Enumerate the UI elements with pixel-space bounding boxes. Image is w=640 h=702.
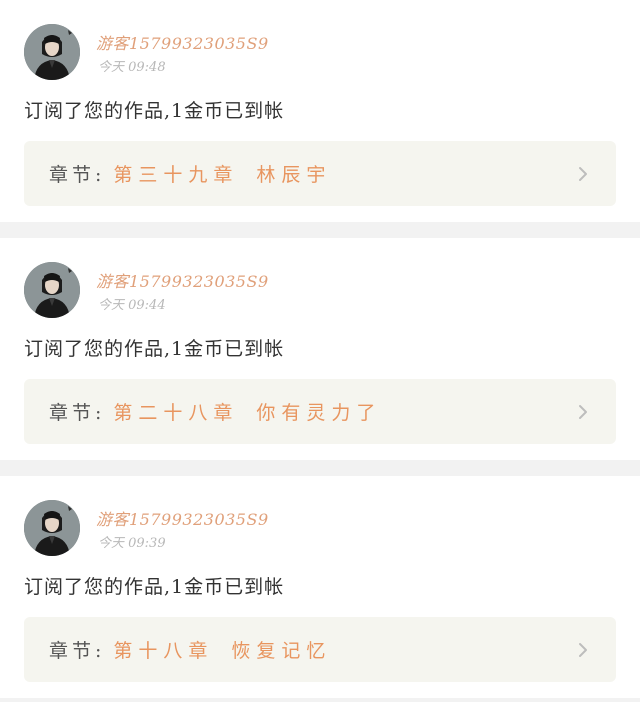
chapter-link[interactable]: 章节: 第十八章 恢复记忆 bbox=[24, 617, 616, 682]
user-avatar[interactable] bbox=[24, 24, 80, 80]
subscription-message: 订阅了您的作品,1金币已到帐 bbox=[24, 576, 285, 598]
avatar-portrait-icon bbox=[24, 262, 80, 318]
chapter-title: 恢复记忆 bbox=[231, 640, 332, 662]
subscription-message: 订阅了您的作品,1金币已到帐 bbox=[24, 338, 285, 360]
user-avatar[interactable] bbox=[24, 500, 80, 556]
avatar-portrait-icon bbox=[24, 24, 80, 80]
avatar-portrait-icon bbox=[24, 500, 80, 556]
chevron-right-icon bbox=[574, 402, 592, 422]
chapter-link[interactable]: 章节: 第三十九章 林辰宇 bbox=[24, 141, 616, 206]
username[interactable]: 游客15799323035S9 bbox=[96, 268, 269, 292]
timestamp: 今天 09:44 bbox=[98, 298, 166, 313]
chapter-number: 第十八章 bbox=[113, 640, 214, 662]
card-separator bbox=[0, 222, 640, 238]
subscription-card: 游客15799323035S9 今天 09:44 订阅了您的作品,1金币已到帐 … bbox=[0, 238, 640, 460]
subscription-feed: 游客15799323035S9 今天 09:48 订阅了您的作品,1金币已到帐 … bbox=[0, 0, 640, 702]
card-separator bbox=[0, 460, 640, 476]
chapter-prefix-label: 章节: bbox=[49, 402, 106, 424]
username[interactable]: 游客15799323035S9 bbox=[96, 506, 269, 530]
timestamp: 今天 09:48 bbox=[98, 60, 166, 75]
chapter-link[interactable]: 章节: 第二十八章 你有灵力了 bbox=[24, 379, 616, 444]
user-avatar[interactable] bbox=[24, 262, 80, 318]
chevron-right-icon bbox=[574, 640, 592, 660]
chevron-right-icon bbox=[574, 164, 592, 184]
timestamp: 今天 09:39 bbox=[98, 536, 166, 551]
chapter-prefix-label: 章节: bbox=[49, 164, 106, 186]
username[interactable]: 游客15799323035S9 bbox=[96, 30, 269, 54]
subscription-card: 游客15799323035S9 今天 09:48 订阅了您的作品,1金币已到帐 … bbox=[0, 0, 640, 222]
subscription-card: 游客15799323035S9 今天 09:39 订阅了您的作品,1金币已到帐 … bbox=[0, 476, 640, 698]
chapter-number: 第三十九章 bbox=[113, 164, 239, 186]
card-separator bbox=[0, 698, 640, 702]
subscription-message: 订阅了您的作品,1金币已到帐 bbox=[24, 100, 285, 122]
chapter-title: 林辰宇 bbox=[256, 164, 332, 186]
chapter-title: 你有灵力了 bbox=[256, 402, 382, 424]
chapter-prefix-label: 章节: bbox=[49, 640, 106, 662]
chapter-number: 第二十八章 bbox=[113, 402, 239, 424]
